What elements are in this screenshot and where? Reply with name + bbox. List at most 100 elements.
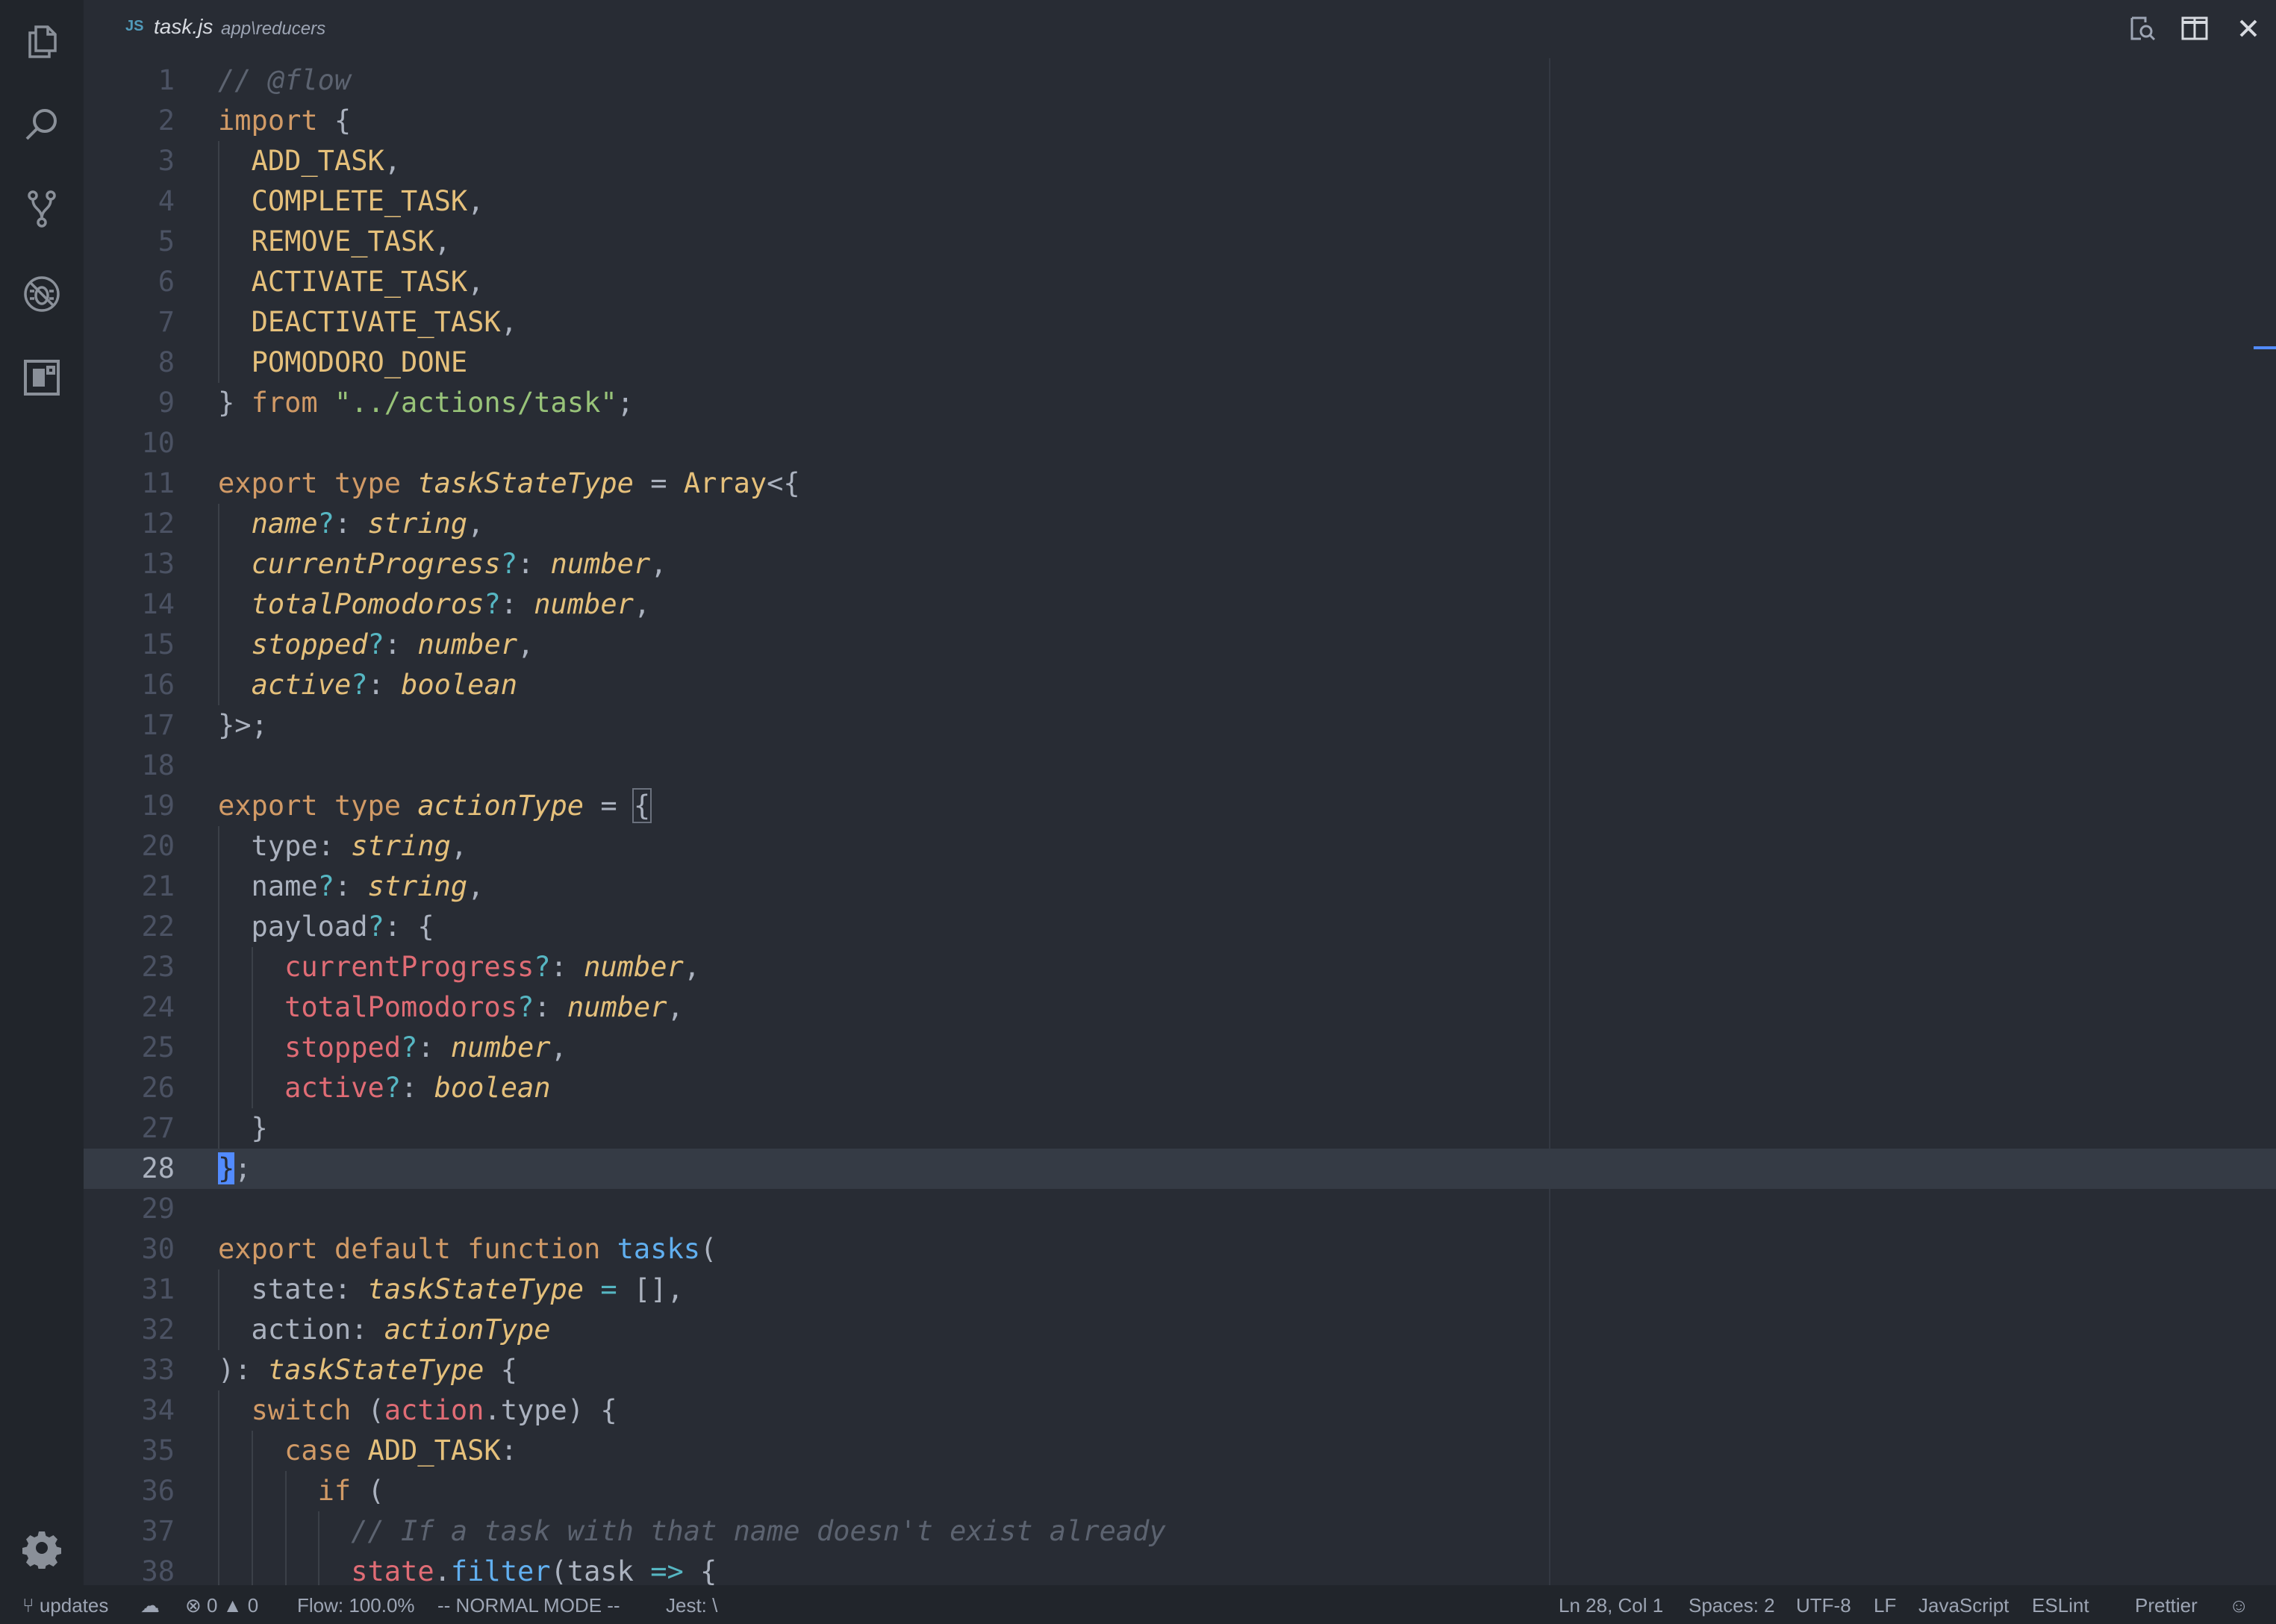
flow-coverage[interactable]: Flow: 100.0% <box>297 1594 415 1617</box>
code-line[interactable]: 38 state.filter(task => { <box>84 1552 2276 1585</box>
code-line[interactable]: 17}>; <box>84 705 2276 746</box>
split-editor-icon[interactable] <box>2180 13 2210 43</box>
code-line[interactable]: 33): taskStateType { <box>84 1350 2276 1390</box>
code-line[interactable]: 34 switch (action.type) { <box>84 1390 2276 1431</box>
line-number[interactable]: 34 <box>84 1390 175 1431</box>
line-number[interactable]: 25 <box>84 1028 175 1068</box>
code-line[interactable]: 8 POMODORO_DONE <box>84 343 2276 383</box>
line-number[interactable]: 18 <box>84 746 175 786</box>
indentation[interactable]: Spaces: 2 <box>1689 1594 1775 1617</box>
code-line[interactable]: 31 state: taskStateType = [], <box>84 1269 2276 1310</box>
code-line[interactable]: 30 export default function tasks( <box>84 1229 2276 1269</box>
code-line[interactable]: 12 name?: string, <box>84 504 2276 544</box>
line-number[interactable]: 3 <box>84 141 175 181</box>
feedback-smiley-icon[interactable]: ☺ <box>2229 1594 2249 1617</box>
line-number[interactable]: 23 <box>84 947 175 987</box>
open-preview-icon[interactable] <box>2126 13 2156 43</box>
line-number[interactable]: 11 <box>84 463 175 504</box>
line-number[interactable]: 10 <box>84 423 175 463</box>
gear-icon[interactable] <box>21 1527 63 1570</box>
code-line[interactable]: 25 stopped?: number, <box>84 1028 2276 1068</box>
code-line[interactable]: 6 ACTIVATE_TASK, <box>84 262 2276 302</box>
sync-cloud-icon[interactable]: ☁ <box>140 1594 160 1617</box>
code-line[interactable]: 24 totalPomodoros?: number, <box>84 987 2276 1028</box>
line-number[interactable]: 1 <box>84 60 175 101</box>
line-number[interactable]: 21 <box>84 866 175 907</box>
source-control-icon[interactable] <box>21 188 63 230</box>
code-line[interactable]: 26 active?: boolean <box>84 1068 2276 1108</box>
line-number[interactable]: 33 <box>84 1350 175 1390</box>
code-line[interactable]: 29 <box>84 1189 2276 1229</box>
code-line[interactable]: 5 REMOVE_TASK, <box>84 222 2276 262</box>
code-line[interactable]: 7 DEACTIVATE_TASK, <box>84 302 2276 343</box>
prettier-status[interactable]: Prettier <box>2135 1594 2198 1617</box>
line-number[interactable]: 17 <box>84 705 175 746</box>
line-number[interactable]: 14 <box>84 584 175 625</box>
line-number[interactable]: 38 <box>84 1552 175 1585</box>
line-number[interactable]: 5 <box>84 222 175 262</box>
language-mode[interactable]: JavaScript <box>1918 1594 2009 1617</box>
files-icon[interactable] <box>21 19 63 61</box>
code-line[interactable]: 15 stopped?: number, <box>84 625 2276 665</box>
line-number[interactable]: 37 <box>84 1511 175 1552</box>
code-line[interactable]: 1 // @flow <box>84 60 2276 101</box>
problems-indicator[interactable]: ⊗ 0 ▲ 0 <box>185 1594 258 1617</box>
eslint-status[interactable]: ESLint <box>2032 1594 2089 1617</box>
code-line[interactable]: 13 currentProgress?: number, <box>84 544 2276 584</box>
code-line[interactable]: 23 currentProgress?: number, <box>84 947 2276 987</box>
search-icon[interactable] <box>21 104 63 146</box>
debug-icon[interactable] <box>21 273 63 315</box>
code-line[interactable]: 28}; <box>84 1149 2276 1189</box>
code-editor[interactable]: 1// @flow 2 import {3 ADD_TASK, 4 COMPLETE_… <box>84 58 2276 1585</box>
line-number[interactable]: 29 <box>84 1189 175 1229</box>
line-number[interactable]: 28 <box>84 1149 175 1189</box>
code-line[interactable]: 11 export type taskStateType = Array<{ <box>84 463 2276 504</box>
code-line[interactable]: 18 <box>84 746 2276 786</box>
line-number[interactable]: 36 <box>84 1471 175 1511</box>
line-number[interactable]: 26 <box>84 1068 175 1108</box>
jest-status[interactable]: Jest: \ <box>666 1594 717 1617</box>
line-number[interactable]: 20 <box>84 826 175 866</box>
code-line[interactable]: 9} from "../actions/task"; <box>84 383 2276 423</box>
line-number[interactable]: 19 <box>84 786 175 826</box>
code-line[interactable]: 22 payload?: { <box>84 907 2276 947</box>
code-line[interactable]: 21 name?: string, <box>84 866 2276 907</box>
line-number[interactable]: 7 <box>84 302 175 343</box>
code-line[interactable]: 16 active?: boolean <box>84 665 2276 705</box>
code-line[interactable]: 4 COMPLETE_TASK, <box>84 181 2276 222</box>
code-line[interactable]: 36 if ( <box>84 1471 2276 1511</box>
code-line[interactable]: 10 <box>84 423 2276 463</box>
code-line[interactable]: 32 action: actionType <box>84 1310 2276 1350</box>
line-number[interactable]: 32 <box>84 1310 175 1350</box>
line-number[interactable]: 15 <box>84 625 175 665</box>
line-number[interactable]: 2 <box>84 101 175 141</box>
line-number[interactable]: 12 <box>84 504 175 544</box>
line-number[interactable]: 6 <box>84 262 175 302</box>
line-number[interactable]: 31 <box>84 1269 175 1310</box>
line-number[interactable]: 4 <box>84 181 175 222</box>
code-line[interactable]: 19 export type actionType = { <box>84 786 2276 826</box>
code-line[interactable]: 35 case ADD_TASK: <box>84 1431 2276 1471</box>
code-line[interactable]: 37 // If a task with that name doesn't e… <box>84 1511 2276 1552</box>
code-line[interactable]: 14 totalPomodoros?: number, <box>84 584 2276 625</box>
extensions-icon[interactable] <box>21 357 63 399</box>
cursor-position[interactable]: Ln 28, Col 1 <box>1559 1594 1663 1617</box>
code-line[interactable]: 2 import { <box>84 101 2276 141</box>
close-icon[interactable] <box>2233 13 2263 43</box>
branch-indicator[interactable]: ⑂ updates <box>22 1594 108 1617</box>
line-number[interactable]: 22 <box>84 907 175 947</box>
tab-filename[interactable]: task.js <box>154 15 213 39</box>
code-line[interactable]: 3 ADD_TASK, <box>84 141 2276 181</box>
line-number[interactable]: 8 <box>84 343 175 383</box>
code-line[interactable]: 20 type: string, <box>84 826 2276 866</box>
line-number[interactable]: 30 <box>84 1229 175 1269</box>
encoding[interactable]: UTF-8 <box>1796 1594 1851 1617</box>
line-ending[interactable]: LF <box>1874 1594 1896 1617</box>
line-number[interactable]: 24 <box>84 987 175 1028</box>
line-number[interactable]: 27 <box>84 1108 175 1149</box>
line-number[interactable]: 35 <box>84 1431 175 1471</box>
line-number[interactable]: 13 <box>84 544 175 584</box>
line-number[interactable]: 16 <box>84 665 175 705</box>
line-number[interactable]: 9 <box>84 383 175 423</box>
code-line[interactable]: 27 } <box>84 1108 2276 1149</box>
